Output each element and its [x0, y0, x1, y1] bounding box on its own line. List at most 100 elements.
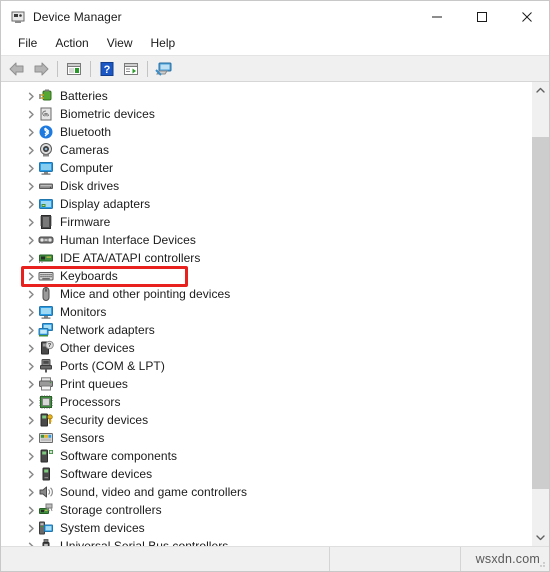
- expand-chevron-icon[interactable]: [25, 501, 38, 519]
- device-tree[interactable]: Batteries Biometric devices Bluetooth Camer…: [1, 82, 531, 546]
- expand-chevron-icon[interactable]: [25, 429, 38, 447]
- expand-chevron-icon[interactable]: [25, 213, 38, 231]
- scrollbar-thumb[interactable]: [532, 137, 549, 489]
- tree-item-ide-ata-atapi-controllers[interactable]: IDE ATA/ATAPI controllers: [1, 249, 531, 267]
- tree-item-print-queues[interactable]: Print queues: [1, 375, 531, 393]
- expand-chevron-icon[interactable]: [25, 357, 38, 375]
- menu-action[interactable]: Action: [46, 34, 97, 53]
- menu-help[interactable]: Help: [142, 34, 185, 53]
- tree-item-sensors[interactable]: Sensors: [1, 429, 531, 447]
- close-button[interactable]: [504, 1, 549, 32]
- expand-chevron-icon[interactable]: [25, 285, 38, 303]
- tree-item-universal-serial-bus-controllers[interactable]: Universal Serial Bus controllers: [1, 537, 531, 546]
- keyboard-icon: [38, 268, 54, 284]
- properties-button[interactable]: [119, 57, 143, 80]
- expand-chevron-icon[interactable]: [25, 123, 38, 141]
- resize-grip-icon[interactable]: [535, 557, 547, 569]
- status-pane-2: [330, 547, 461, 571]
- toolbar: ?: [1, 55, 549, 82]
- maximize-button[interactable]: [459, 1, 504, 32]
- tree-item-firmware[interactable]: Firmware: [1, 213, 531, 231]
- expand-chevron-icon[interactable]: [25, 141, 38, 159]
- expand-chevron-icon[interactable]: [25, 267, 38, 285]
- expand-chevron-icon[interactable]: [25, 303, 38, 321]
- show-hide-console-tree-button[interactable]: [62, 57, 86, 80]
- tree-item-security-devices[interactable]: Security devices: [1, 411, 531, 429]
- display-adapter-icon: [38, 196, 54, 212]
- tree-item-monitors[interactable]: Monitors: [1, 303, 531, 321]
- computer-icon: [38, 160, 54, 176]
- expand-chevron-icon[interactable]: [25, 249, 38, 267]
- tree-item-other-devices[interactable]: ? Other devices: [1, 339, 531, 357]
- tree-item-label: Display adapters: [60, 197, 151, 211]
- expand-chevron-icon[interactable]: [25, 465, 38, 483]
- help-button[interactable]: ?: [95, 57, 119, 80]
- expand-chevron-icon[interactable]: [25, 159, 38, 177]
- tree-item-processors[interactable]: Processors: [1, 393, 531, 411]
- expand-chevron-icon[interactable]: [25, 447, 38, 465]
- back-arrow-icon: [9, 62, 24, 75]
- expand-chevron-icon[interactable]: [25, 87, 38, 105]
- tree-item-mice-and-other-pointing-devices[interactable]: Mice and other pointing devices: [1, 285, 531, 303]
- tree-item-label: Monitors: [60, 305, 107, 319]
- tree-item-cameras[interactable]: Cameras: [1, 141, 531, 159]
- scroll-down-button[interactable]: [532, 529, 549, 546]
- tree-item-keyboards[interactable]: Keyboards: [1, 267, 531, 285]
- tree-item-software-devices[interactable]: Software devices: [1, 465, 531, 483]
- close-icon: [521, 11, 532, 22]
- tree-item-label: Sensors: [60, 431, 105, 445]
- tree-item-ports-com-lpt[interactable]: Ports (COM & LPT): [1, 357, 531, 375]
- toolbar-separator: [90, 60, 91, 77]
- expand-chevron-icon[interactable]: [25, 195, 38, 213]
- tree-item-label: Other devices: [60, 341, 135, 355]
- expand-chevron-icon[interactable]: [25, 177, 38, 195]
- scroll-up-button[interactable]: [532, 82, 549, 99]
- printer-icon: [38, 376, 54, 392]
- tree-item-human-interface-devices[interactable]: Human Interface Devices: [1, 231, 531, 249]
- tree-item-computer[interactable]: Computer: [1, 159, 531, 177]
- other-devices-icon: ?: [38, 340, 54, 356]
- vertical-scrollbar[interactable]: [531, 82, 549, 546]
- menu-file[interactable]: File: [9, 34, 46, 53]
- sensor-icon: [38, 430, 54, 446]
- scan-hardware-changes-button[interactable]: [152, 57, 176, 80]
- expand-chevron-icon[interactable]: [25, 537, 38, 546]
- expand-chevron-icon[interactable]: [25, 519, 38, 537]
- back-button[interactable]: [5, 57, 29, 80]
- minimize-icon: [431, 16, 442, 17]
- expand-chevron-icon[interactable]: [25, 411, 38, 429]
- menu-bar: File Action View Help: [1, 32, 549, 55]
- tree-item-biometric-devices[interactable]: Biometric devices: [1, 105, 531, 123]
- expand-chevron-icon[interactable]: [25, 393, 38, 411]
- tree-item-bluetooth[interactable]: Bluetooth: [1, 123, 531, 141]
- usb-controller-icon: [38, 538, 54, 546]
- tree-item-disk-drives[interactable]: Disk drives: [1, 177, 531, 195]
- content-area: Batteries Biometric devices Bluetooth Camer…: [1, 82, 549, 546]
- maximize-icon: [476, 11, 487, 22]
- tree-item-label: Print queues: [60, 377, 128, 391]
- caption-buttons: [414, 1, 549, 32]
- expand-chevron-icon[interactable]: [25, 321, 38, 339]
- tree-item-label: Universal Serial Bus controllers: [60, 539, 229, 546]
- expand-chevron-icon[interactable]: [25, 375, 38, 393]
- tree-item-display-adapters[interactable]: Display adapters: [1, 195, 531, 213]
- forward-button[interactable]: [29, 57, 53, 80]
- tree-item-network-adapters[interactable]: Network adapters: [1, 321, 531, 339]
- menu-view[interactable]: View: [98, 34, 142, 53]
- tree-item-sound-video-and-game-controllers[interactable]: Sound, video and game controllers: [1, 483, 531, 501]
- expand-chevron-icon[interactable]: [25, 339, 38, 357]
- tree-item-label: Software devices: [60, 467, 153, 481]
- firmware-icon: [38, 214, 54, 230]
- tree-item-label: Sound, video and game controllers: [60, 485, 248, 499]
- expand-chevron-icon[interactable]: [25, 105, 38, 123]
- expand-chevron-icon[interactable]: [25, 231, 38, 249]
- tree-item-software-components[interactable]: Software components: [1, 447, 531, 465]
- scrollbar-track[interactable]: [532, 99, 549, 529]
- tree-item-system-devices[interactable]: System devices: [1, 519, 531, 537]
- expand-chevron-icon[interactable]: [25, 483, 38, 501]
- tree-item-storage-controllers[interactable]: Storage controllers: [1, 501, 531, 519]
- port-icon: [38, 358, 54, 374]
- minimize-button[interactable]: [414, 1, 459, 32]
- security-device-icon: [38, 412, 54, 428]
- tree-item-batteries[interactable]: Batteries: [1, 87, 531, 105]
